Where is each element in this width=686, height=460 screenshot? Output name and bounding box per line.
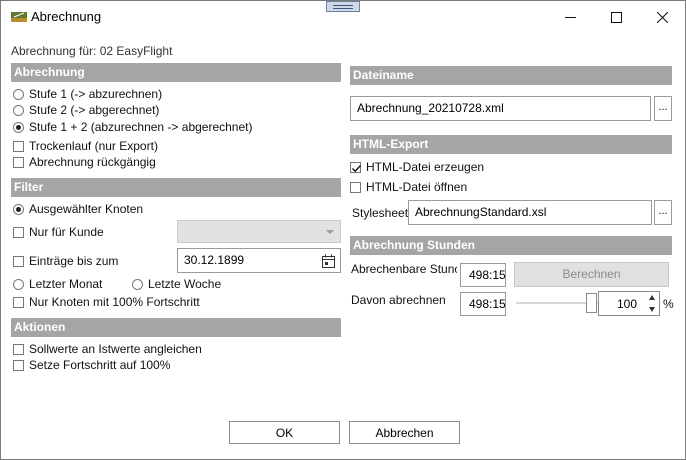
checkbox-trockenlauf[interactable]: Trockenlauf (nur Export) bbox=[13, 139, 158, 153]
percent-slider-thumb[interactable] bbox=[586, 293, 597, 313]
maximize-icon bbox=[610, 11, 622, 23]
checkbox-sollwerte[interactable]: Sollwerte an Istwerte angleichen bbox=[13, 342, 202, 356]
checkbox-label: Trockenlauf (nur Export) bbox=[29, 139, 158, 153]
checkbox-label: Setze Fortschritt auf 100% bbox=[29, 358, 171, 372]
radio-label: Stufe 1 + 2 (abzurechnen -> abgerechnet) bbox=[29, 120, 253, 134]
berechnen-button[interactable]: Berechnen bbox=[514, 262, 669, 287]
spin-up-icon[interactable] bbox=[649, 295, 655, 300]
ok-button[interactable]: OK bbox=[229, 421, 340, 444]
checkbox[interactable] bbox=[13, 140, 24, 152]
radio-label: Ausgewählter Knoten bbox=[29, 202, 144, 216]
app-icon bbox=[11, 12, 27, 22]
section-header-abrechnung: Abrechnung bbox=[11, 63, 341, 82]
checkbox[interactable] bbox=[13, 255, 24, 267]
date-field[interactable]: 30.12.1899 bbox=[177, 248, 341, 273]
radio-stufe-1[interactable]: Stufe 1 (-> abzurechnen) bbox=[13, 87, 162, 101]
radio-stufe-2[interactable]: Stufe 2 (-> abgerechnet) bbox=[13, 103, 159, 117]
stylesheet-input[interactable]: AbrechnungStandard.xsl bbox=[408, 200, 652, 225]
checkbox-label: HTML-Datei öffnen bbox=[366, 180, 468, 194]
window-title: Abrechnung bbox=[31, 9, 102, 24]
davon-value: 498:15 bbox=[460, 292, 506, 316]
checkbox-rueckgaengig[interactable]: Abrechnung rückgängig bbox=[13, 155, 156, 169]
date-value: 30.12.1899 bbox=[184, 253, 245, 267]
checkbox-nur-fuer-kunde[interactable]: Nur für Kunde bbox=[13, 225, 104, 239]
radio-button[interactable] bbox=[13, 121, 24, 133]
checkbox-label: Einträge bis zum bbox=[29, 254, 119, 268]
drag-grip-icon[interactable] bbox=[326, 1, 360, 12]
checkbox-nur-knoten-100[interactable]: Nur Knoten mit 100% Fortschritt bbox=[13, 295, 200, 309]
calendar-icon[interactable] bbox=[322, 254, 335, 268]
checkbox-label: Nur für Kunde bbox=[29, 225, 104, 239]
close-button[interactable] bbox=[639, 1, 685, 33]
checkbox-html-oeffnen[interactable]: HTML-Datei öffnen bbox=[350, 180, 467, 194]
radio-label: Letzter Monat bbox=[29, 277, 103, 291]
checkbox-label: Abrechnung rückgängig bbox=[29, 155, 156, 169]
checkbox-eintraege-bis-zum[interactable]: Einträge bis zum bbox=[13, 254, 118, 268]
radio-ausgewaehlter-knoten[interactable]: Ausgewählter Knoten bbox=[13, 202, 143, 216]
radio-letzter-monat[interactable]: Letzter Monat bbox=[13, 277, 102, 291]
radio-label: Letzte Woche bbox=[148, 277, 222, 291]
radio-button[interactable] bbox=[132, 278, 143, 290]
checkbox[interactable] bbox=[13, 296, 24, 308]
maximize-button[interactable] bbox=[593, 1, 639, 33]
percent-unit: % bbox=[663, 297, 674, 311]
spin-down-icon[interactable] bbox=[649, 307, 655, 312]
section-header-html-export: HTML-Export bbox=[350, 135, 672, 154]
percent-value: 100 bbox=[616, 297, 637, 311]
checkbox[interactable] bbox=[350, 181, 361, 193]
section-header-stunden: Abrechnung Stunden bbox=[350, 236, 672, 255]
minimize-button[interactable] bbox=[547, 1, 593, 33]
title-bar: Abrechnung bbox=[1, 1, 685, 33]
section-header-dateiname: Dateiname bbox=[350, 66, 672, 85]
radio-button[interactable] bbox=[13, 203, 24, 215]
minimize-icon bbox=[564, 16, 576, 18]
abrechenbare-value: 498:15 bbox=[460, 263, 506, 287]
dialog-window: Abrechnung Abrechnung für: 02 EasyFlight… bbox=[0, 0, 686, 460]
checkbox[interactable] bbox=[350, 161, 362, 173]
checkbox-fortschritt[interactable]: Setze Fortschritt auf 100% bbox=[13, 358, 170, 372]
cancel-button[interactable]: Abbrechen bbox=[349, 421, 460, 444]
checkbox-html-erzeugen[interactable]: HTML-Datei erzeugen bbox=[350, 160, 484, 174]
radio-button[interactable] bbox=[13, 104, 24, 116]
percent-stepper[interactable]: 100 bbox=[598, 291, 660, 316]
radio-label: Stufe 2 (-> abgerechnet) bbox=[29, 103, 160, 117]
section-header-filter: Filter bbox=[11, 178, 341, 197]
checkbox[interactable] bbox=[13, 156, 24, 168]
radio-button[interactable] bbox=[13, 278, 24, 290]
radio-label: Stufe 1 (-> abzurechnen) bbox=[29, 87, 163, 101]
checkbox[interactable] bbox=[13, 226, 24, 238]
browse-filename-button[interactable]: ... bbox=[654, 96, 672, 121]
context-label: Abrechnung für: 02 EasyFlight bbox=[11, 44, 173, 58]
radio-letzte-woche[interactable]: Letzte Woche bbox=[132, 277, 221, 291]
browse-stylesheet-button[interactable]: ... bbox=[654, 200, 672, 225]
filename-input[interactable]: Abrechnung_20210728.xml bbox=[350, 96, 651, 121]
abrechenbare-label: Abrechenbare Stunc bbox=[351, 262, 457, 276]
kunde-dropdown[interactable] bbox=[177, 220, 341, 243]
close-icon bbox=[656, 11, 668, 23]
chevron-down-icon bbox=[326, 230, 334, 234]
checkbox[interactable] bbox=[13, 343, 24, 355]
checkbox-label: Nur Knoten mit 100% Fortschritt bbox=[29, 295, 200, 309]
section-header-aktionen: Aktionen bbox=[11, 318, 341, 337]
stylesheet-label: Stylesheet bbox=[352, 206, 409, 220]
checkbox-label: Sollwerte an Istwerte angleichen bbox=[29, 342, 202, 356]
radio-button[interactable] bbox=[13, 88, 24, 100]
davon-label: Davon abrechnen bbox=[351, 293, 446, 307]
checkbox-label: HTML-Datei erzeugen bbox=[366, 160, 485, 174]
checkmark-icon bbox=[352, 164, 362, 172]
radio-stufe-1-2[interactable]: Stufe 1 + 2 (abzurechnen -> abgerechnet) bbox=[13, 120, 252, 134]
checkbox[interactable] bbox=[13, 359, 24, 371]
